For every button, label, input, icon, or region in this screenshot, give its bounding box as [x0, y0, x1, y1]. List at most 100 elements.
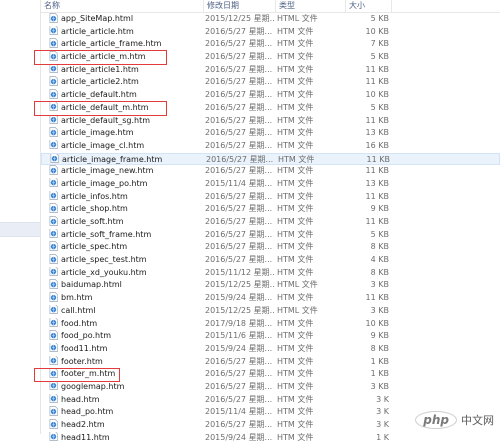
column-header-size[interactable]: 大小: [345, 0, 391, 12]
file-row[interactable]: footer_m.htm 2016/5/27 星期... HTM 文件 1 KB: [41, 368, 500, 381]
file-size: 1 KB: [370, 356, 389, 366]
file-name: article_default.htm: [61, 90, 137, 100]
file-name-cell: article_image_cl.htm: [49, 139, 203, 153]
file-name-cell: food.htm: [49, 317, 203, 331]
file-date: 2016/5/27 星期...: [205, 140, 273, 150]
file-row[interactable]: article_article1.htm 2016/5/27 星期... HTM 文…: [41, 63, 500, 77]
file-type: HTM 文件: [277, 255, 314, 265]
file-date: 2015/11/4 星期...: [205, 178, 273, 188]
file-name: article_article_m.htm: [61, 52, 146, 62]
file-row[interactable]: food.htm 2017/9/18 星期... HTM 文件 10 KB: [41, 317, 500, 331]
file-type: HTM 文件: [277, 64, 314, 74]
file-row[interactable]: article_default_m.htm 2016/5/27 星期... HTM …: [41, 101, 500, 115]
file-name-cell: article_image_po.htm: [49, 177, 203, 191]
file-size: 5 KB: [370, 52, 389, 62]
file-size: 9 KB: [370, 204, 389, 214]
file-size: 8 KB: [370, 267, 389, 277]
html-file-icon: [49, 368, 58, 378]
file-row[interactable]: article_image_po.htm 2015/11/4 星期... HTM 文…: [41, 177, 500, 191]
file-row[interactable]: article_soft.htm 2016/5/27 星期... HTM 文件 11 …: [41, 216, 500, 229]
file-type: HTM 文件: [277, 356, 314, 366]
file-size: 16 KB: [365, 140, 389, 150]
file-name-cell: article_default.htm: [49, 89, 203, 102]
column-header-date[interactable]: 修改日期: [203, 0, 275, 12]
file-type: HTM 文件: [277, 128, 314, 138]
file-row[interactable]: article_spec_test.htm 2016/5/27 星期... HTM …: [41, 254, 500, 267]
file-row[interactable]: baidumap.html 2015/12/25 星期... HTML 文件 3 KB: [41, 279, 500, 292]
html-file-icon: [49, 355, 58, 365]
file-name-cell: article_soft_frame.htm: [49, 228, 203, 242]
file-row[interactable]: article_article2.htm 2016/5/27 星期... HTM 文…: [41, 76, 500, 89]
file-row[interactable]: googlemap.htm 2016/5/27 星期... HTM 文件 3 KB: [41, 380, 500, 394]
file-type: HTM 文件: [277, 293, 314, 303]
file-row[interactable]: article_soft_frame.htm 2016/5/27 星期... HTM…: [41, 228, 500, 242]
file-size: 10 KB: [365, 318, 389, 328]
file-row[interactable]: food11.htm 2015/9/24 星期... HTM 文件 8 KB: [41, 342, 500, 356]
file-date: 2016/5/27 星期...: [205, 64, 273, 74]
file-name-cell: article_infos.htm: [49, 190, 203, 204]
file-date: 2016/5/27 星期...: [205, 255, 273, 265]
file-date: 2016/5/27 星期...: [205, 26, 273, 36]
file-name-cell: food_po.htm: [49, 330, 203, 343]
file-date: 2016/5/27 星期...: [205, 369, 273, 379]
file-row[interactable]: article_infos.htm 2016/5/27 星期... HTM 文件 11…: [41, 190, 500, 204]
file-row[interactable]: article_spec.htm 2016/5/27 星期... HTM 文件 8 K…: [41, 241, 500, 254]
html-file-icon: [49, 342, 58, 353]
file-date: 2016/5/27 星期...: [205, 229, 273, 239]
html-file-icon: [49, 177, 58, 188]
file-row[interactable]: article_article_frame.htm 2016/5/27 星期...…: [41, 38, 500, 51]
file-name: article_soft.htm: [61, 217, 124, 226]
html-file-icon: [49, 203, 58, 213]
file-name-cell: bm.htm: [49, 292, 203, 305]
file-size: 11 KB: [365, 191, 389, 201]
file-row[interactable]: article_image_frame.htm 2016/5/27 星期... HT…: [41, 152, 500, 166]
column-header-name[interactable]: 名称: [41, 0, 203, 12]
file-name-cell: article_default_sg.htm: [49, 114, 203, 128]
html-file-icon: [49, 380, 58, 391]
file-type: HTML 文件: [277, 280, 318, 290]
file-name-cell: article_article_frame.htm: [49, 38, 203, 51]
file-row[interactable]: article_image.htm 2016/5/27 星期... HTM 文件 13…: [41, 127, 500, 140]
file-name: article_spec_test.htm: [61, 255, 147, 265]
file-name: baidumap.html: [61, 280, 122, 290]
file-type: HTM 文件: [277, 90, 314, 100]
file-size: 8 KB: [370, 343, 389, 353]
file-row[interactable]: app_SiteMap.html 2015/12/25 星期... HTML 文件 5…: [41, 13, 500, 26]
file-row[interactable]: article_xd_youku.htm 2015/11/12 星期... HTM …: [41, 266, 500, 280]
file-size: 9 KB: [370, 331, 389, 341]
file-type: HTM 文件: [277, 166, 314, 176]
file-row[interactable]: article_article.htm 2016/5/27 星期... HTM 文件…: [41, 25, 500, 39]
file-name: article_article_frame.htm: [61, 39, 162, 49]
html-file-icon: [49, 51, 58, 61]
file-size: 13 KB: [365, 128, 389, 138]
html-file-icon: [49, 431, 58, 442]
file-name: head_po.htm: [61, 407, 114, 417]
file-row[interactable]: article_shop.htm 2016/5/27 星期... HTM 文件 9 K…: [41, 203, 500, 216]
file-date: 2016/5/27 星期...: [205, 52, 273, 62]
column-header-type[interactable]: 类型: [275, 0, 345, 12]
html-file-icon: [49, 127, 58, 137]
file-row[interactable]: call.html 2015/12/25 星期... HTML 文件 3 KB: [41, 304, 500, 318]
column-header: 名称 修改日期 类型 大小: [41, 0, 500, 13]
file-type: HTM 文件: [277, 140, 314, 150]
file-row[interactable]: article_default_sg.htm 2016/5/27 星期... HTM…: [41, 114, 500, 128]
file-name: app_SiteMap.html: [61, 14, 134, 23]
file-name: article_default_sg.htm: [61, 115, 151, 125]
file-row[interactable]: footer.htm 2016/5/27 星期... HTM 文件 1 KB: [41, 355, 500, 369]
file-row[interactable]: article_image_new.htm 2016/5/27 星期... HTM …: [41, 165, 500, 178]
file-row[interactable]: food_po.htm 2015/11/6 星期... HTM 文件 9 KB: [41, 330, 500, 343]
file-size: 11 KB: [365, 217, 389, 226]
navigation-pane[interactable]: [0, 0, 40, 434]
file-row[interactable]: head.htm 2016/5/27 星期... HTM 文件 3 K: [41, 393, 500, 407]
file-name: article_article.htm: [61, 26, 134, 36]
file-date: 2016/5/27 星期...: [205, 394, 273, 404]
file-date: 2015/12/25 星期...: [205, 280, 275, 290]
html-file-icon: [49, 114, 58, 124]
file-name: googlemap.htm: [61, 381, 125, 391]
file-size: 4 KB: [370, 255, 389, 265]
file-row[interactable]: article_default.htm 2016/5/27 星期... HTM 文件…: [41, 89, 500, 102]
file-row[interactable]: bm.htm 2015/9/24 星期... HTM 文件 11 KB: [41, 292, 500, 305]
file-row[interactable]: article_image_cl.htm 2016/5/27 星期... HTM 文…: [41, 139, 500, 153]
file-row[interactable]: article_article_m.htm 2016/5/27 星期... HTM …: [41, 51, 500, 64]
navigation-selected-item[interactable]: [0, 222, 40, 237]
